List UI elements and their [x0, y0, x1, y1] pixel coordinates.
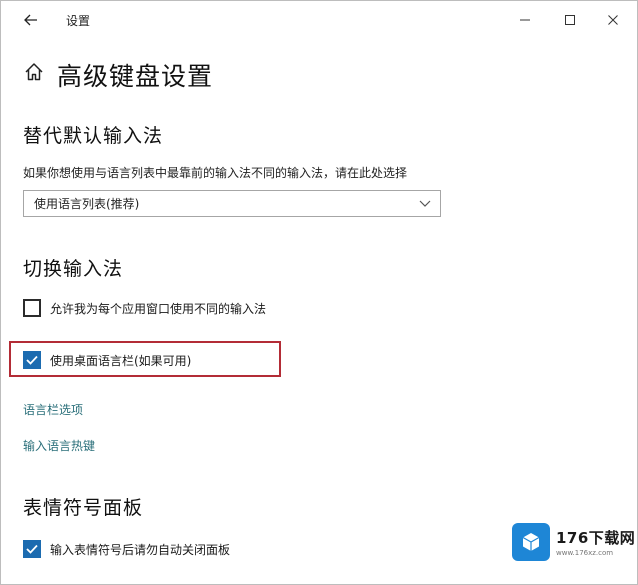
watermark-url: www.176xz.com	[556, 549, 614, 557]
home-icon	[25, 63, 43, 81]
override-description: 如果你想使用与语言列表中最靠前的输入法不同的输入法，请在此处选择	[23, 166, 408, 180]
per-app-checkbox[interactable]	[23, 299, 41, 317]
dropdown-value: 使用语言列表(推荐)	[34, 197, 140, 211]
minimize-icon	[520, 19, 530, 21]
title-bar: 设置	[1, 1, 637, 39]
checkbox-row-langbar[interactable]: 使用桌面语言栏(如果可用)	[23, 349, 191, 371]
section-title-override-input: 替代默认输入法	[23, 125, 164, 147]
watermark-name: 176下载网	[556, 529, 636, 547]
close-button[interactable]	[599, 9, 627, 31]
checkmark-icon	[26, 544, 38, 554]
site-watermark: 176下载网 www.176xz.com	[512, 522, 636, 562]
link-langbar-options[interactable]: 语言栏选项	[23, 401, 83, 418]
section-title-switch-input: 切换输入法	[23, 258, 124, 280]
arrow-left-icon	[24, 14, 37, 26]
default-input-dropdown[interactable]: 使用语言列表(推荐)	[23, 190, 441, 217]
checkbox-row-emoji-autoclose[interactable]: 输入表情符号后请勿自动关闭面板	[23, 538, 230, 560]
checkmark-icon	[26, 355, 38, 365]
langbar-label: 使用桌面语言栏(如果可用)	[50, 353, 192, 368]
section-title-emoji-panel: 表情符号面板	[23, 497, 144, 519]
window-title: 设置	[66, 14, 91, 28]
langbar-checkbox[interactable]	[23, 351, 41, 369]
chevron-down-icon	[419, 200, 431, 207]
settings-window: 设置 高级键盘设置 替代默认输入法 如果你想使用与语言列表中最靠前的输入法不同的…	[0, 0, 638, 585]
maximize-button[interactable]	[556, 9, 584, 31]
per-app-label: 允许我为每个应用窗口使用不同的输入法	[50, 301, 267, 316]
cube-icon	[522, 533, 540, 551]
emoji-autoclose-label: 输入表情符号后请勿自动关闭面板	[50, 542, 231, 557]
checkbox-row-per-app[interactable]: 允许我为每个应用窗口使用不同的输入法	[23, 297, 266, 319]
maximize-icon	[565, 15, 575, 25]
page-title: 高级键盘设置	[57, 62, 214, 91]
back-button[interactable]	[19, 9, 43, 31]
link-input-hotkeys[interactable]: 输入语言热键	[23, 437, 95, 454]
close-icon	[608, 15, 618, 25]
watermark-logo	[512, 523, 550, 561]
minimize-button[interactable]	[511, 9, 539, 31]
emoji-autoclose-checkbox[interactable]	[23, 540, 41, 558]
